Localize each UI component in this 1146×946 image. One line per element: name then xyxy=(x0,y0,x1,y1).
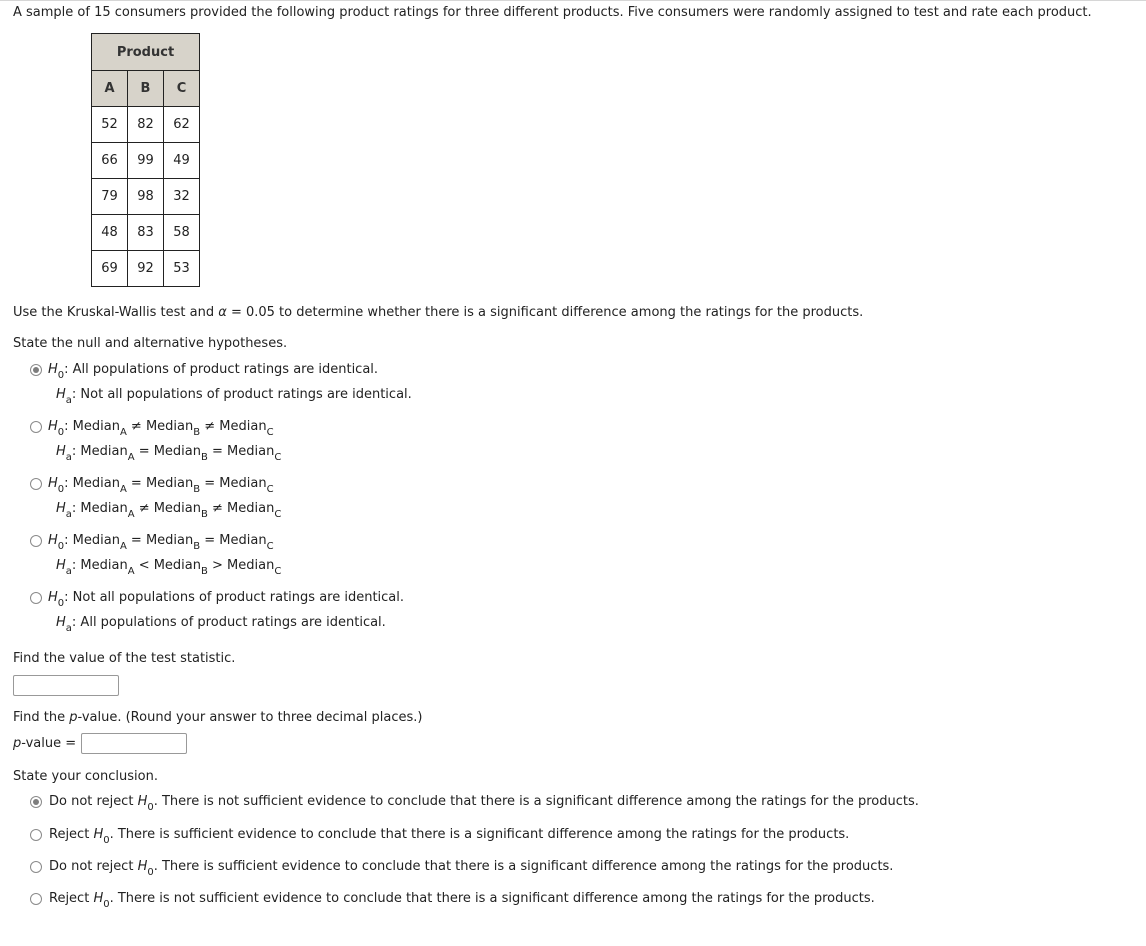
instruction-text: Use the Kruskal-Wallis test and α = 0.05… xyxy=(13,305,864,320)
test-statistic-input[interactable] xyxy=(13,675,119,696)
radio-button[interactable] xyxy=(30,421,42,433)
table-cell: 98 xyxy=(127,178,164,215)
column-header-c: C xyxy=(163,70,200,107)
table-cell: 92 xyxy=(127,250,164,287)
table-row: 48 83 58 xyxy=(91,214,200,251)
table-cell: 83 xyxy=(127,214,164,251)
p-value-prompt: Find the p-value. (Round your answer to … xyxy=(13,710,423,725)
radio-button[interactable] xyxy=(30,535,42,547)
table-cell: 32 xyxy=(163,178,200,215)
p-value-label: p-value = xyxy=(13,736,77,751)
table-cell: 52 xyxy=(91,106,128,143)
table-cell: 69 xyxy=(91,250,128,287)
radio-button-selected[interactable] xyxy=(30,796,42,808)
radio-button-selected[interactable] xyxy=(30,364,42,376)
radio-button[interactable] xyxy=(30,478,42,490)
table-row: 66 99 49 xyxy=(91,142,200,179)
hypotheses-prompt: State the null and alternative hypothese… xyxy=(13,336,288,351)
table-cell: 66 xyxy=(91,142,128,179)
table-row: 69 92 53 xyxy=(91,250,200,287)
table-group-header: Product xyxy=(91,33,200,71)
radio-button[interactable] xyxy=(30,893,42,905)
table-cell: 53 xyxy=(163,250,200,287)
table-cell: 49 xyxy=(163,142,200,179)
column-header-b: B xyxy=(127,70,164,107)
problem-intro: A sample of 15 consumers provided the fo… xyxy=(13,5,1092,20)
table-cell: 79 xyxy=(91,178,128,215)
radio-button[interactable] xyxy=(30,861,42,873)
table-cell: 62 xyxy=(163,106,200,143)
p-value-input[interactable] xyxy=(81,733,187,754)
alpha-symbol: α xyxy=(218,305,227,320)
column-header-a: A xyxy=(91,70,128,107)
table-cell: 99 xyxy=(127,142,164,179)
table-cell: 82 xyxy=(127,106,164,143)
radio-button[interactable] xyxy=(30,592,42,604)
radio-button[interactable] xyxy=(30,829,42,841)
table-row: 79 98 32 xyxy=(91,178,200,215)
ratings-table: Product A B C 52 82 62 66 99 49 79 98 32… xyxy=(91,33,200,287)
table-row: 52 82 62 xyxy=(91,106,200,143)
conclusion-prompt: State your conclusion. xyxy=(13,769,158,784)
table-cell: 48 xyxy=(91,214,128,251)
table-cell: 58 xyxy=(163,214,200,251)
test-statistic-prompt: Find the value of the test statistic. xyxy=(13,651,236,666)
